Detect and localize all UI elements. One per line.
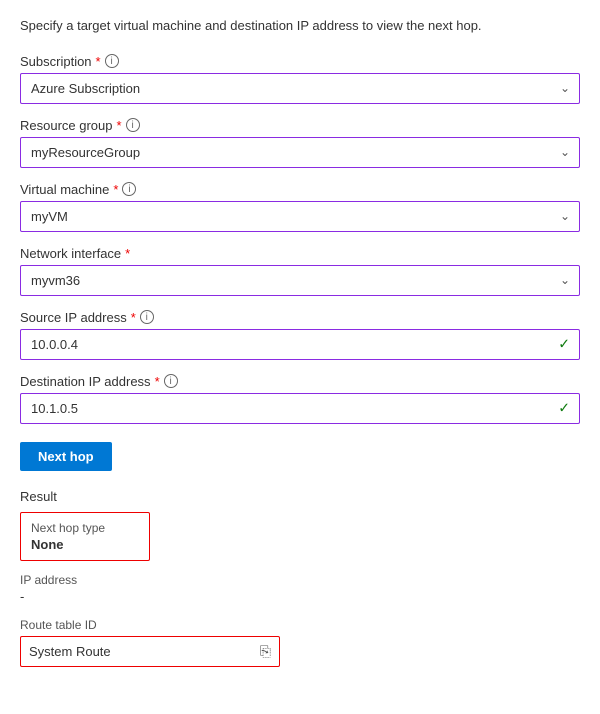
destination-ip-field: Destination IP address * i ✓ [20,374,580,424]
resource-group-required-star: * [117,118,122,133]
source-ip-check-icon: ✓ [558,336,570,353]
route-table-section: Route table ID System Route ⎘ [20,618,580,667]
network-interface-required-star: * [125,246,130,261]
result-section-label: Result [20,489,580,504]
source-ip-label-text: Source IP address [20,310,127,325]
subscription-label-text: Subscription [20,54,92,69]
resource-group-select[interactable]: myResourceGroup [20,137,580,168]
destination-ip-input[interactable] [20,393,580,424]
next-hop-button[interactable]: Next hop [20,442,112,471]
resource-group-label: Resource group * i [20,118,580,133]
resource-group-label-text: Resource group [20,118,113,133]
ip-address-section: IP address - [20,573,580,604]
virtual-machine-label-text: Virtual machine [20,182,109,197]
virtual-machine-select[interactable]: myVM [20,201,580,232]
destination-ip-label-text: Destination IP address [20,374,151,389]
network-interface-select[interactable]: myvm36 [20,265,580,296]
ip-address-label: IP address [20,573,580,587]
resource-group-select-wrapper: myResourceGroup ⌄ [20,137,580,168]
subscription-select-wrapper: Azure Subscription ⌄ [20,73,580,104]
virtual-machine-info-icon[interactable]: i [122,182,136,196]
subscription-info-icon[interactable]: i [105,54,119,68]
network-interface-label-text: Network interface [20,246,121,261]
resource-group-info-icon[interactable]: i [126,118,140,132]
source-ip-input[interactable] [20,329,580,360]
source-ip-info-icon[interactable]: i [140,310,154,324]
copy-icon[interactable]: ⎘ [260,643,271,660]
route-table-box: System Route ⎘ [20,636,280,667]
next-hop-type-value: None [31,537,139,552]
network-interface-field: Network interface * myvm36 ⌄ [20,246,580,296]
next-hop-type-box: Next hop type None [20,512,150,561]
network-interface-select-wrapper: myvm36 ⌄ [20,265,580,296]
destination-ip-required-star: * [155,374,160,389]
destination-ip-label: Destination IP address * i [20,374,580,389]
destination-ip-check-icon: ✓ [558,400,570,417]
next-hop-type-label: Next hop type [31,521,139,535]
resource-group-field: Resource group * i myResourceGroup ⌄ [20,118,580,168]
source-ip-required-star: * [131,310,136,325]
source-ip-field: Source IP address * i ✓ [20,310,580,360]
ip-address-value: - [20,589,580,604]
route-table-label: Route table ID [20,618,580,632]
subscription-label: Subscription * i [20,54,580,69]
source-ip-label: Source IP address * i [20,310,580,325]
virtual-machine-select-wrapper: myVM ⌄ [20,201,580,232]
subscription-field: Subscription * i Azure Subscription ⌄ [20,54,580,104]
virtual-machine-required-star: * [113,182,118,197]
virtual-machine-label: Virtual machine * i [20,182,580,197]
destination-ip-info-icon[interactable]: i [164,374,178,388]
result-section: Result Next hop type None IP address - R… [20,489,580,667]
virtual-machine-field: Virtual machine * i myVM ⌄ [20,182,580,232]
destination-ip-input-wrapper: ✓ [20,393,580,424]
subscription-required-star: * [96,54,101,69]
network-interface-label: Network interface * [20,246,580,261]
description: Specify a target virtual machine and des… [20,16,580,36]
source-ip-input-wrapper: ✓ [20,329,580,360]
subscription-select[interactable]: Azure Subscription [20,73,580,104]
route-table-value: System Route [29,644,111,659]
